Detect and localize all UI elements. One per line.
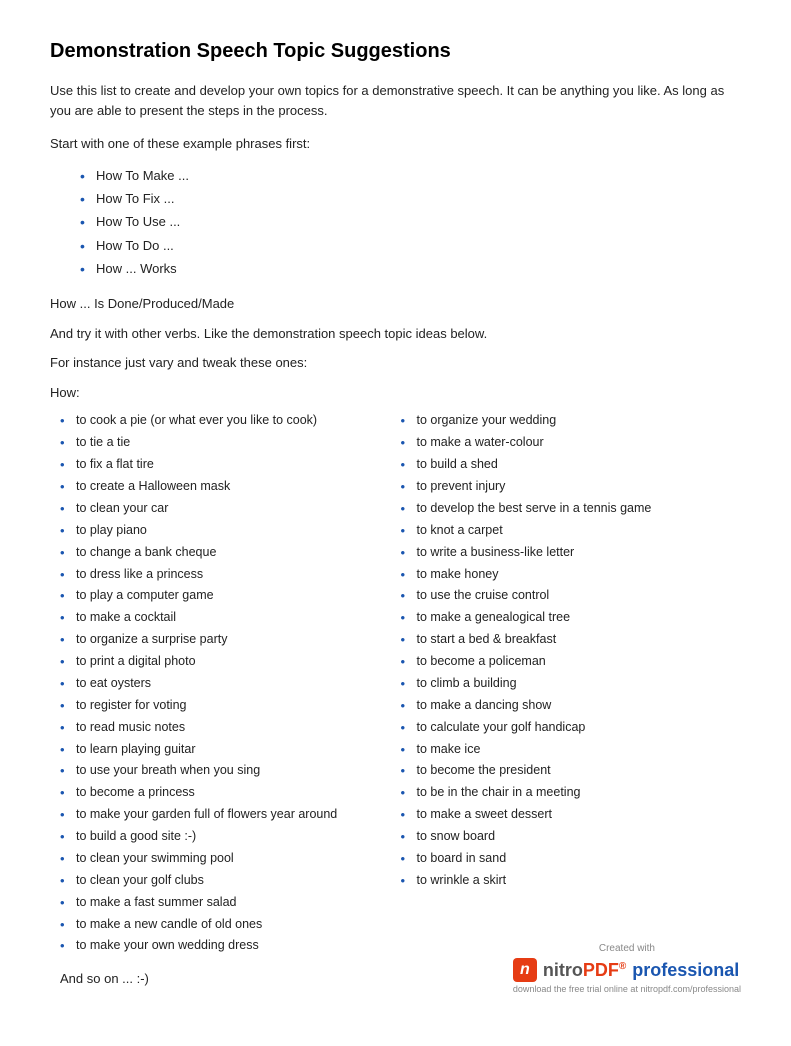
list-item: to learn playing guitar (60, 739, 401, 761)
list-item: to become a princess (60, 782, 401, 804)
list-item: to wrinkle a skirt (401, 870, 742, 892)
list-item: to make a sweet dessert (401, 804, 742, 826)
list-item: to snow board (401, 826, 742, 848)
list-item: to build a shed (401, 454, 742, 476)
list-item: to eat oysters (60, 673, 401, 695)
topic-columns: to cook a pie (or what ever you like to … (60, 410, 741, 957)
list-item: to use the cruise control (401, 585, 742, 607)
list-item: to clean your golf clubs (60, 870, 401, 892)
list-item: to organize your wedding (401, 410, 742, 432)
footer: Created with n nitroPDF® professional do… (513, 943, 741, 994)
list-item: to make a new candle of old ones (60, 914, 401, 936)
list-item: to start a bed & breakfast (401, 629, 742, 651)
nitro-logo: n nitroPDF® professional (513, 958, 741, 982)
phrase-item: How To Fix ... (80, 187, 741, 210)
list-item: to print a digital photo (60, 651, 401, 673)
list-item: to become the president (401, 760, 742, 782)
list-item: to make a genealogical tree (401, 607, 742, 629)
list-item: to make a fast summer salad (60, 892, 401, 914)
list-item: to make a dancing show (401, 695, 742, 717)
right-topic-list: to organize your weddingto make a water-… (401, 410, 742, 891)
list-item: to change a bank cheque (60, 542, 401, 564)
list-item: to prevent injury (401, 476, 742, 498)
nitro-download-link: download the free trial online at nitrop… (513, 984, 741, 994)
list-item: to make a cocktail (60, 607, 401, 629)
nitro-reg: ® (619, 961, 626, 972)
list-item: to build a good site :-) (60, 826, 401, 848)
for-instance: For instance just vary and tweak these o… (50, 353, 741, 373)
list-item: to make honey (401, 564, 742, 586)
list-item: to knot a carpet (401, 520, 742, 542)
list-item: to make a water-colour (401, 432, 742, 454)
phrase-item: How To Make ... (80, 164, 741, 187)
list-item: to dress like a princess (60, 564, 401, 586)
list-item: to climb a building (401, 673, 742, 695)
how-is-done: How ... Is Done/Produced/Made (50, 294, 741, 314)
created-with-label: Created with (513, 943, 741, 954)
left-column: to cook a pie (or what ever you like to … (60, 410, 401, 957)
list-item: to board in sand (401, 848, 742, 870)
list-item: to read music notes (60, 717, 401, 739)
list-item: to cook a pie (or what ever you like to … (60, 410, 401, 432)
list-item: to use your breath when you sing (60, 760, 401, 782)
phrase-item: How To Use ... (80, 210, 741, 233)
list-item: to play piano (60, 520, 401, 542)
list-item: to calculate your golf handicap (401, 717, 742, 739)
list-item: to clean your swimming pool (60, 848, 401, 870)
try-other: And try it with other verbs. Like the de… (50, 324, 741, 344)
nitro-pdf: PDF (583, 960, 619, 980)
list-item: to be in the chair in a meeting (401, 782, 742, 804)
phrase-item: How ... Works (80, 257, 741, 280)
list-item: to make your garden full of flowers year… (60, 804, 401, 826)
right-column: to organize your weddingto make a water-… (401, 410, 742, 957)
intro-paragraph-2: Start with one of these example phrases … (50, 134, 741, 154)
phrases-list: How To Make ...How To Fix ...How To Use … (80, 164, 741, 281)
nitro-name: nitroPDF® (543, 960, 626, 981)
phrase-item: How To Do ... (80, 234, 741, 257)
list-item: to make ice (401, 739, 742, 761)
list-item: to become a policeman (401, 651, 742, 673)
list-item: to fix a flat tire (60, 454, 401, 476)
nitro-professional: professional (632, 960, 739, 981)
list-item: to make your own wedding dress (60, 935, 401, 957)
list-item: to clean your car (60, 498, 401, 520)
list-item: to play a computer game (60, 585, 401, 607)
intro-paragraph-1: Use this list to create and develop your… (50, 81, 741, 120)
page-title: Demonstration Speech Topic Suggestions (50, 40, 741, 63)
list-item: to tie a tie (60, 432, 401, 454)
how-label: How: (50, 383, 741, 403)
list-item: to write a business-like letter (401, 542, 742, 564)
list-item: to create a Halloween mask (60, 476, 401, 498)
list-item: to organize a surprise party (60, 629, 401, 651)
nitro-icon: n (513, 958, 537, 982)
list-item: to register for voting (60, 695, 401, 717)
list-item: to develop the best serve in a tennis ga… (401, 498, 742, 520)
left-topic-list: to cook a pie (or what ever you like to … (60, 410, 401, 957)
